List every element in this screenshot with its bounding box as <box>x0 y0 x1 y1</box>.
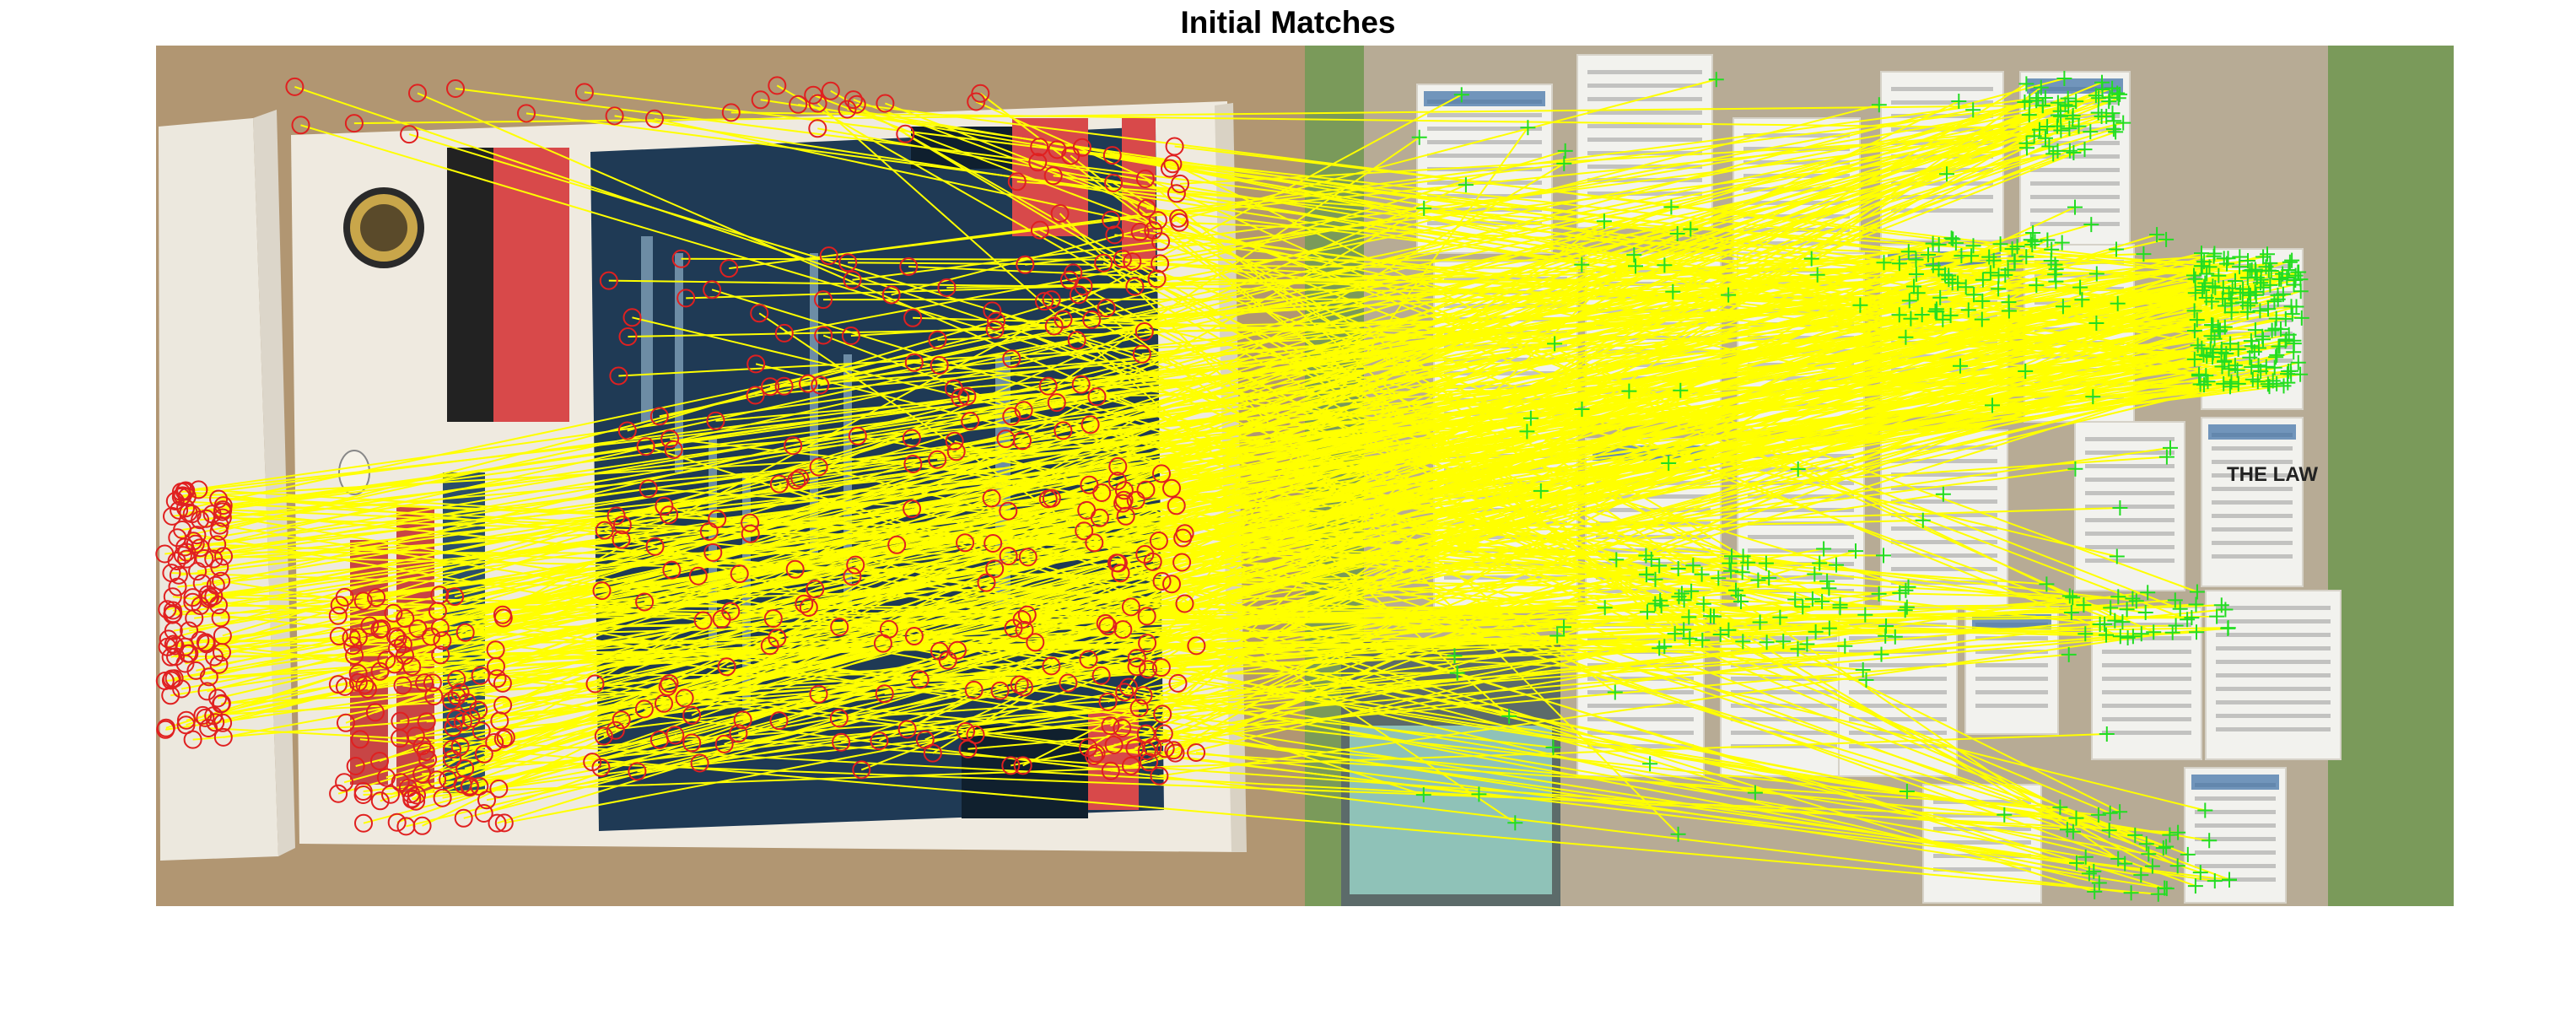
flyer-label-the-law: THE LAW <box>2227 463 2318 486</box>
match-figure-canvas: THE LAW <box>155 46 2454 906</box>
green-edge-right <box>2328 46 2454 906</box>
phone-strip <box>493 148 569 422</box>
seal-icon <box>343 187 424 268</box>
hotline-strip <box>447 148 493 422</box>
